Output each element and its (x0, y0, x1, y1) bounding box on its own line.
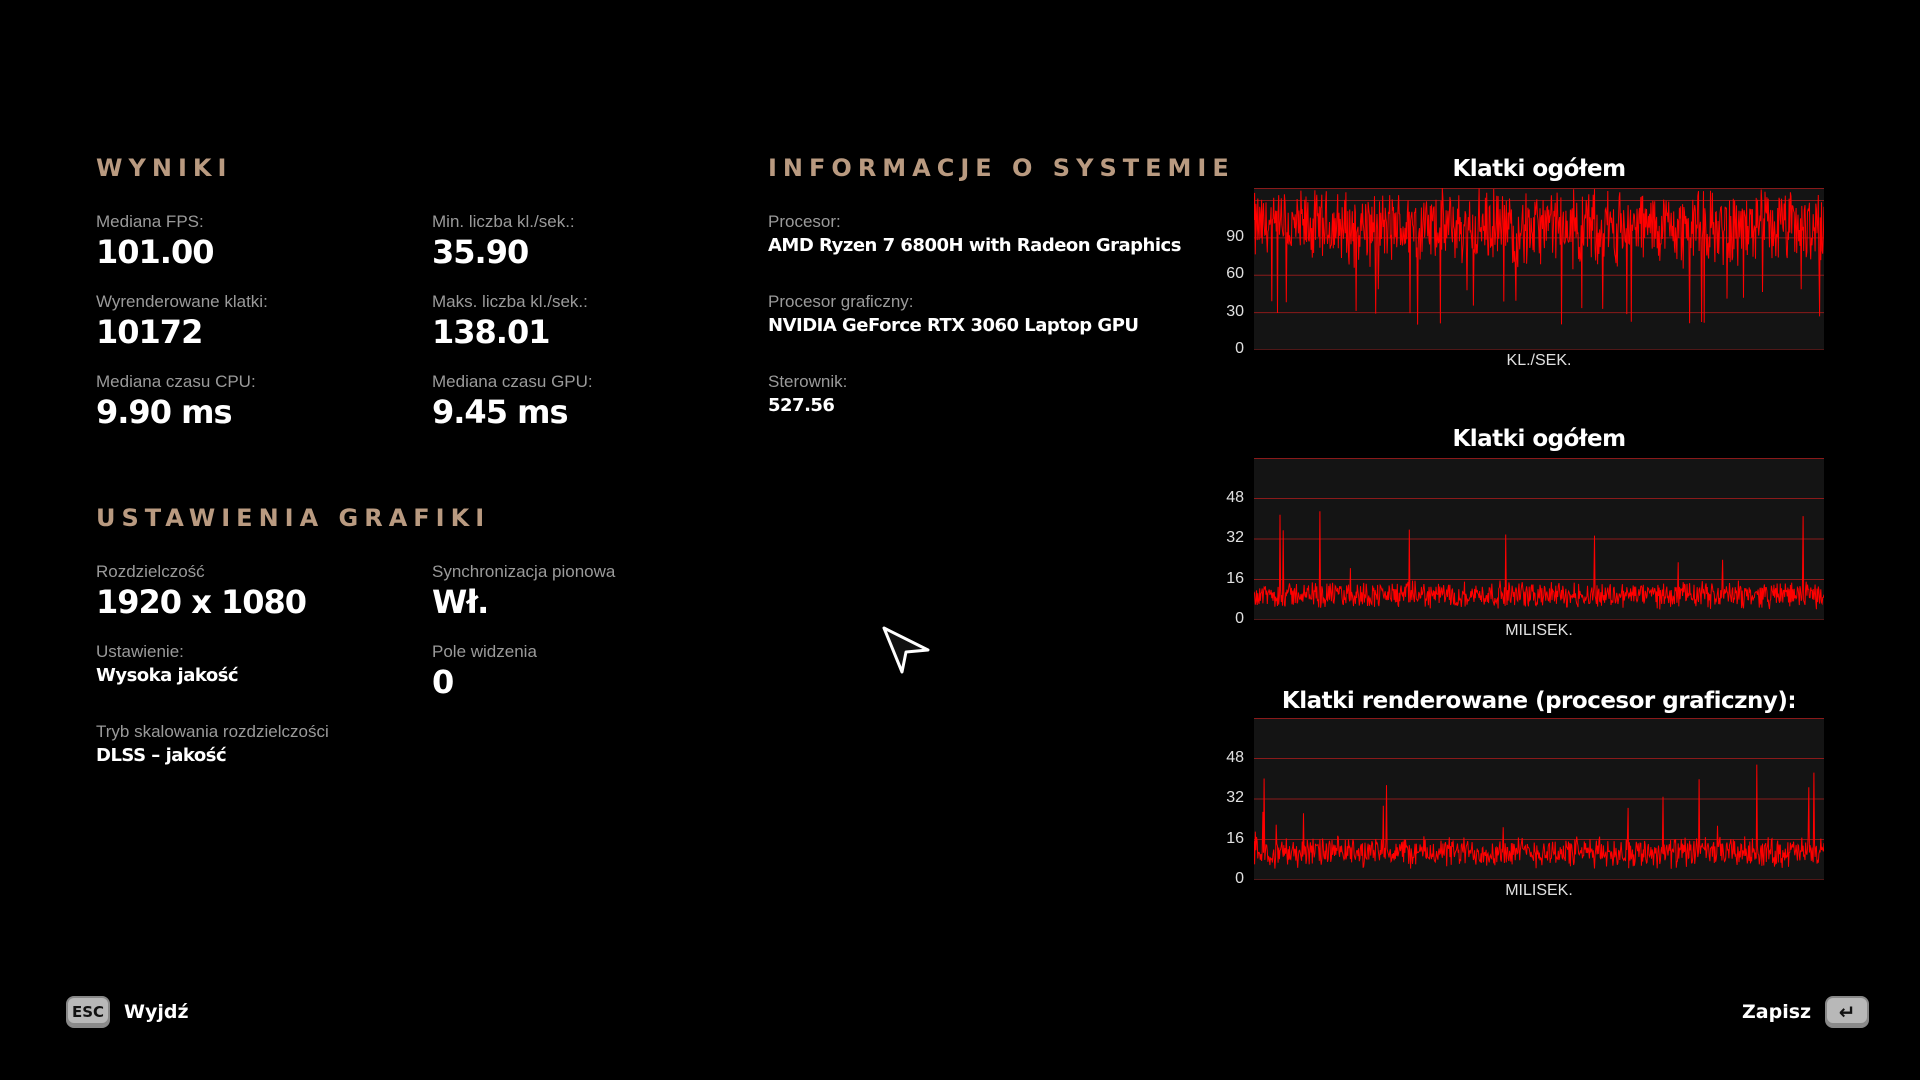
chart-xlabel: KL./SEK. (1506, 352, 1572, 369)
stat-value: 9.45 ms (432, 393, 568, 431)
y-tick-label: 0 (1235, 870, 1244, 887)
stat-max-fps: Maks. liczba kl./sek.: 138.01 (432, 292, 588, 352)
stat-value: 35.90 (432, 233, 529, 271)
stat-label: Mediana czasu CPU: (96, 372, 256, 391)
stat-median-cpu-time: Mediana czasu CPU: 9.90 ms (96, 372, 256, 432)
setting-resolution-scaling: Tryb skalowania rozdzielczości DLSS – ja… (96, 722, 329, 770)
setting-value: Wł. (432, 583, 489, 621)
chart-plot (1254, 458, 1824, 620)
stat-label: Min. liczba kl./sek.: (432, 212, 575, 231)
y-tick-label: 16 (1226, 569, 1244, 587)
stat-value: 138.01 (432, 313, 550, 351)
setting-vsync: Synchronizacja pionowa Wł. (432, 562, 615, 622)
stat-label: Mediana FPS: (96, 212, 204, 231)
system-cpu: Procesor: AMD Ryzen 7 6800H with Radeon … (768, 212, 1181, 260)
chart-title: Klatki renderowane (procesor graficzny): (1281, 688, 1797, 714)
chart-xlabel: MILISEK. (1505, 882, 1573, 899)
system-value: AMD Ryzen 7 6800H with Radeon Graphics (768, 235, 1181, 256)
system-gpu: Procesor graficzny: NVIDIA GeForce RTX 3… (768, 292, 1139, 340)
exit-label: Wyjdź (124, 1001, 189, 1023)
y-tick-label: 32 (1226, 529, 1244, 546)
y-tick-label: 48 (1226, 748, 1244, 766)
setting-fov: Pole widzenia 0 (432, 642, 537, 702)
system-value: 527.56 (768, 395, 835, 416)
setting-preset: Ustawienie: Wysoka jakość (96, 642, 239, 690)
setting-value: DLSS – jakość (96, 745, 227, 766)
stat-min-fps: Min. liczba kl./sek.: 35.90 (432, 212, 575, 272)
system-label: Sterownik: (768, 372, 848, 391)
system-driver: Sterownik: 527.56 (768, 372, 847, 420)
y-tick-label: 16 (1226, 829, 1244, 847)
exit-button[interactable]: ESC Wyjdź (66, 996, 189, 1028)
setting-label: Ustawienie: (96, 642, 184, 661)
y-tick-label: 48 (1226, 488, 1244, 506)
chart-xlabel: MILISEK. (1505, 622, 1573, 639)
save-label: Zapisz (1742, 1001, 1812, 1023)
stat-label: Wyrenderowane klatki: (96, 292, 268, 311)
stat-label: Mediana czasu GPU: (432, 372, 593, 391)
system-section-title: INFORMACJE O SYSTEMIE (768, 154, 1235, 182)
y-tick-label: 32 (1226, 789, 1244, 806)
stat-value: 10172 (96, 313, 203, 351)
chart-title: Klatki ogółem (1452, 426, 1626, 452)
benchmark-results-screen: WYNIKI Mediana FPS: 101.00 Min. liczba k… (0, 0, 1920, 1080)
chart-title: Klatki ogółem (1452, 156, 1626, 182)
y-tick-label: 0 (1235, 340, 1244, 357)
y-tick-label: 0 (1235, 610, 1244, 627)
setting-value: Wysoka jakość (96, 665, 239, 686)
chart-plot (1254, 718, 1824, 880)
system-label: Procesor graficzny: (768, 292, 914, 311)
esc-key-icon: ESC (66, 996, 110, 1028)
graphics-section-title: USTAWIENIA GRAFIKI (96, 504, 491, 532)
stat-rendered-frames: Wyrenderowane klatki: 10172 (96, 292, 268, 352)
setting-value: 1920 x 1080 (96, 583, 307, 621)
mouse-cursor-icon (882, 626, 930, 674)
system-value: NVIDIA GeForce RTX 3060 Laptop GPU (768, 315, 1139, 336)
setting-resolution: Rozdzielczość 1920 x 1080 (96, 562, 307, 622)
setting-label: Tryb skalowania rozdzielczości (96, 722, 329, 741)
stat-median-gpu-time: Mediana czasu GPU: 9.45 ms (432, 372, 593, 432)
y-tick-label: 60 (1226, 265, 1244, 283)
results-section-title: WYNIKI (96, 154, 233, 182)
stat-value: 101.00 (96, 233, 214, 271)
setting-label: Rozdzielczość (96, 562, 205, 581)
stat-median-fps: Mediana FPS: 101.00 (96, 212, 214, 272)
system-label: Procesor: (768, 212, 841, 231)
stat-value: 9.90 ms (96, 393, 232, 431)
stat-label: Maks. liczba kl./sek.: (432, 292, 588, 311)
save-button[interactable]: Zapisz ↵ (1742, 996, 1870, 1028)
y-tick-label: 90 (1226, 227, 1244, 245)
enter-key-icon: ↵ (1825, 996, 1870, 1028)
y-tick-label: 30 (1226, 302, 1244, 320)
setting-value: 0 (432, 663, 454, 701)
setting-label: Synchronizacja pionowa (432, 562, 616, 581)
chart-plot (1254, 188, 1824, 350)
setting-label: Pole widzenia (432, 642, 537, 661)
